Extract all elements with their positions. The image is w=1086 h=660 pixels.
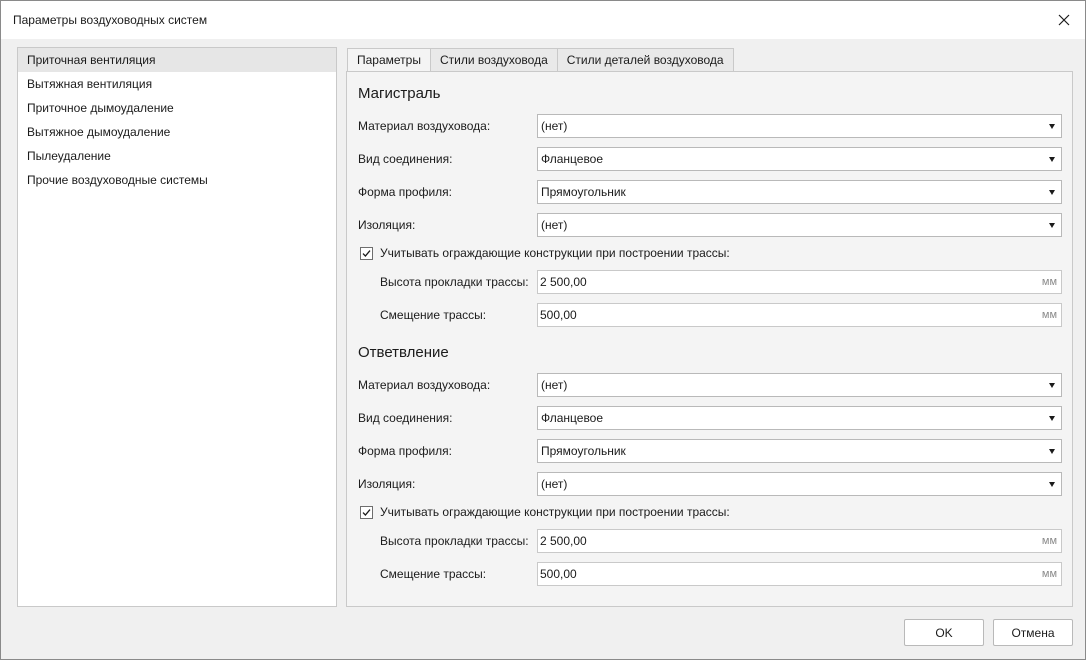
main-connection-select[interactable]: Фланцевое (537, 147, 1062, 171)
chevron-down-icon (1049, 416, 1055, 421)
main-connection-value: Фланцевое (541, 152, 604, 166)
branch-height-unit: мм (1041, 535, 1057, 547)
window-title: Параметры воздуховодных систем (13, 13, 208, 27)
system-list: Приточная вентиляция Вытяжная вентиляция… (17, 47, 337, 607)
title-bar: Параметры воздуховодных систем (1, 1, 1085, 39)
chevron-down-icon (1049, 124, 1055, 129)
chevron-down-icon (1049, 383, 1055, 388)
close-icon (1058, 14, 1070, 26)
branch-consider-checkbox[interactable] (360, 505, 373, 519)
sidebar-item-dust-removal[interactable]: Пылеудаление (18, 144, 336, 168)
branch-section-title: Ответвление (358, 344, 449, 361)
main-height-value: 2 500,00 (540, 275, 587, 289)
main-profile-select[interactable]: Прямоугольник (537, 180, 1062, 204)
branch-profile-select[interactable]: Прямоугольник (537, 439, 1062, 463)
chevron-down-icon (1049, 449, 1055, 454)
branch-offset-input[interactable]: 500,00 мм (537, 562, 1062, 586)
ok-button[interactable]: OK (904, 619, 984, 646)
main-height-unit: мм (1041, 276, 1057, 288)
main-material-label: Материал воздуховода: (358, 119, 491, 133)
branch-consider-label: Учитывать ограждающие конструкции при по… (380, 505, 730, 519)
branch-material-select[interactable]: (нет) (537, 373, 1062, 397)
tab-duct-part-styles[interactable]: Стили деталей воздуховода (556, 48, 734, 72)
main-connection-label: Вид соединения: (358, 152, 453, 166)
main-insulation-select[interactable]: (нет) (537, 213, 1062, 237)
branch-connection-select[interactable]: Фланцевое (537, 406, 1062, 430)
branch-height-input[interactable]: 2 500,00 мм (537, 529, 1062, 553)
sidebar-item-other-systems[interactable]: Прочие воздуховодные системы (18, 168, 336, 192)
main-material-select[interactable]: (нет) (537, 114, 1062, 138)
main-offset-label: Смещение трассы: (380, 308, 487, 322)
chevron-down-icon (1049, 157, 1055, 162)
main-offset-value: 500,00 (540, 308, 577, 322)
main-profile-value: Прямоугольник (541, 185, 626, 199)
main-insulation-label: Изоляция: (358, 218, 416, 232)
branch-profile-label: Форма профиля: (358, 444, 452, 458)
sidebar-item-supply-ventilation[interactable]: Приточная вентиляция (18, 48, 336, 72)
branch-material-value: (нет) (541, 378, 568, 392)
main-profile-label: Форма профиля: (358, 185, 452, 199)
main-consider-label: Учитывать ограждающие конструкции при по… (380, 246, 730, 260)
chevron-down-icon (1049, 223, 1055, 228)
branch-material-label: Материал воздуховода: (358, 378, 491, 392)
main-consider-row: Учитывать ограждающие конструкции при по… (360, 246, 730, 260)
dialog-window: Параметры воздуховодных систем Приточная… (0, 0, 1086, 660)
chevron-down-icon (1049, 482, 1055, 487)
sidebar-item-exhaust-smoke-removal[interactable]: Вытяжное дымоудаление (18, 120, 336, 144)
branch-offset-unit: мм (1041, 568, 1057, 580)
main-offset-input[interactable]: 500,00 мм (537, 303, 1062, 327)
sidebar-item-supply-smoke-removal[interactable]: Приточное дымоудаление (18, 96, 336, 120)
tab-duct-styles[interactable]: Стили воздуховода (429, 48, 558, 72)
branch-offset-label: Смещение трассы: (380, 567, 487, 581)
tab-parameters[interactable]: Параметры (347, 48, 431, 73)
cancel-button[interactable]: Отмена (993, 619, 1073, 646)
branch-height-label: Высота прокладки трассы: (380, 534, 529, 548)
branch-consider-row: Учитывать ограждающие конструкции при по… (360, 505, 730, 519)
branch-connection-label: Вид соединения: (358, 411, 453, 425)
checkmark-icon (362, 508, 371, 516)
main-offset-unit: мм (1041, 309, 1057, 321)
branch-connection-value: Фланцевое (541, 411, 604, 425)
branch-insulation-label: Изоляция: (358, 477, 416, 491)
close-button[interactable] (1051, 7, 1077, 33)
main-consider-checkbox[interactable] (360, 246, 373, 260)
main-material-value: (нет) (541, 119, 568, 133)
main-insulation-value: (нет) (541, 218, 568, 232)
branch-insulation-value: (нет) (541, 477, 568, 491)
branch-profile-value: Прямоугольник (541, 444, 626, 458)
parameters-panel: Магистраль Материал воздуховода: (нет) В… (346, 71, 1073, 607)
checkmark-icon (362, 249, 371, 257)
sidebar-item-exhaust-ventilation[interactable]: Вытяжная вентиляция (18, 72, 336, 96)
branch-insulation-select[interactable]: (нет) (537, 472, 1062, 496)
main-height-label: Высота прокладки трассы: (380, 275, 529, 289)
main-section-title: Магистраль (358, 85, 441, 102)
main-height-input[interactable]: 2 500,00 мм (537, 270, 1062, 294)
branch-height-value: 2 500,00 (540, 534, 587, 548)
chevron-down-icon (1049, 190, 1055, 195)
tab-bar: Параметры Стили воздуховода Стили детале… (347, 48, 734, 73)
branch-offset-value: 500,00 (540, 567, 577, 581)
